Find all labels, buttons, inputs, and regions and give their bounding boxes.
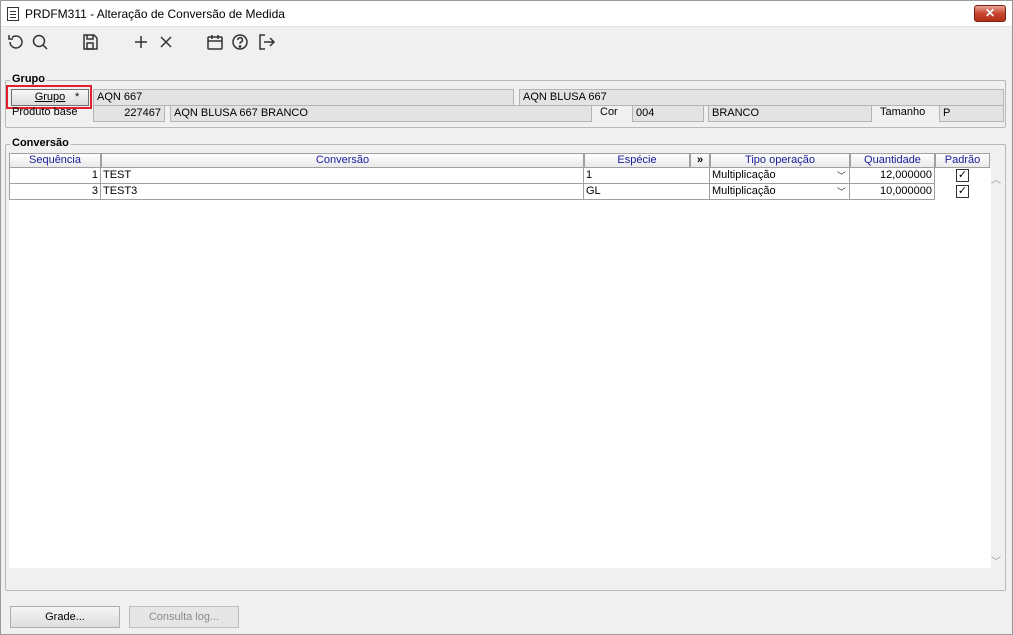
grupo-button[interactable]: Grupo * (11, 89, 89, 106)
produto-base-description-field[interactable]: AQN BLUSA 667 BRANCO (170, 105, 592, 122)
window-title: PRDFM311 - Alteração de Conversão de Med… (25, 7, 285, 21)
add-icon[interactable] (131, 32, 151, 52)
column-header-especie[interactable]: Espécie (584, 153, 690, 168)
cell-conversao[interactable]: TEST3 (101, 184, 584, 200)
tipo-operacao-value: Multiplicação (712, 169, 776, 181)
delete-icon[interactable] (156, 32, 176, 52)
cell-sequencia[interactable]: 3 (9, 184, 101, 200)
document-icon (7, 7, 19, 21)
column-header-conversao[interactable]: Conversão (101, 153, 584, 168)
table-header: Sequência Conversão Espécie » Tipo opera… (9, 153, 991, 168)
exit-icon[interactable] (256, 32, 276, 52)
cell-especie[interactable]: 1 (584, 168, 710, 184)
help-icon[interactable] (230, 32, 250, 52)
produto-base-code-field[interactable]: 227467 (93, 105, 165, 122)
cell-tipo-operacao[interactable]: Multiplicação ﹀ (710, 168, 850, 184)
cell-quantidade[interactable]: 12,000000 (850, 168, 935, 184)
cor-label: Cor (600, 106, 618, 118)
grade-button[interactable]: Grade... (10, 606, 120, 628)
cell-tipo-operacao[interactable]: Multiplicação ﹀ (710, 184, 850, 200)
grupo-button-label: Grupo (34, 91, 66, 103)
tamanho-label: Tamanho (880, 106, 926, 118)
column-header-quantidade[interactable]: Quantidade (850, 153, 935, 168)
chevron-down-icon[interactable]: ﹀ (837, 169, 846, 183)
cell-quantidade[interactable]: 10,000000 (850, 184, 935, 200)
produto-base-label: Produto base (12, 106, 78, 118)
cell-conversao[interactable]: TEST (101, 168, 584, 184)
grupo-section-label: Grupo (10, 73, 47, 85)
cor-description-field[interactable]: BRANCO (708, 105, 872, 122)
cell-padrao: ✓ (935, 168, 990, 184)
save-icon[interactable] (80, 32, 100, 52)
required-marker: * (75, 91, 80, 103)
column-header-padrao[interactable]: Padrão (935, 153, 990, 168)
search-icon[interactable] (30, 32, 50, 52)
consulta-log-button[interactable]: Consulta log... (129, 606, 239, 628)
title-bar: PRDFM311 - Alteração de Conversão de Med… (1, 1, 1012, 27)
column-header-sequencia[interactable]: Sequência (9, 153, 101, 168)
close-button[interactable]: ✕ (974, 5, 1006, 22)
tipo-operacao-value: Multiplicação (712, 185, 776, 197)
undo-icon[interactable] (5, 32, 25, 52)
padrao-checkbox[interactable]: ✓ (956, 185, 969, 198)
cell-padrao: ✓ (935, 184, 990, 200)
table-row[interactable]: 3 TEST3 GL Multiplicação ﹀ 10,000000 ✓ (9, 184, 991, 200)
main-window: PRDFM311 - Alteração de Conversão de Med… (0, 0, 1013, 635)
cell-especie[interactable]: GL (584, 184, 710, 200)
tamanho-field[interactable]: P (939, 105, 1004, 122)
grupo-description-field[interactable]: AQN BLUSA 667 (519, 89, 1004, 106)
scroll-up-arrow[interactable]: ︿ (991, 171, 1001, 186)
conversao-table: Sequência Conversão Espécie » Tipo opera… (9, 153, 991, 568)
toolbar (1, 28, 1012, 58)
expand-columns-button[interactable]: » (690, 153, 710, 168)
scroll-down-arrow[interactable]: ﹀ (991, 553, 1001, 568)
calendar-icon[interactable] (205, 32, 225, 52)
table-row[interactable]: 1 TEST 1 Multiplicação ﹀ 12,000000 ✓ (9, 168, 991, 184)
column-header-tipo-operacao[interactable]: Tipo operação (710, 153, 850, 168)
grupo-code-field[interactable]: AQN 667 (93, 89, 514, 106)
padrao-checkbox[interactable]: ✓ (956, 169, 969, 182)
cor-code-field[interactable]: 004 (632, 105, 704, 122)
chevron-down-icon[interactable]: ﹀ (837, 185, 846, 199)
cell-sequencia[interactable]: 1 (9, 168, 101, 184)
conversao-section-label: Conversão (10, 137, 71, 149)
